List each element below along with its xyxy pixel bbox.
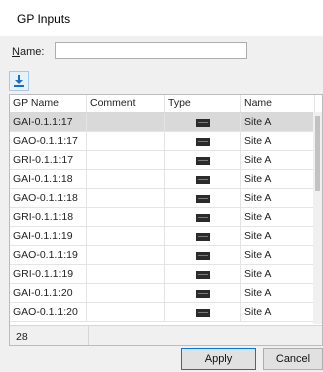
- dialog-title: GP Inputs: [17, 12, 71, 26]
- gp-name-cell: GRI-0.1.1:17: [10, 151, 87, 169]
- table-row[interactable]: GAI-0.1.1:20 Site A: [10, 284, 315, 303]
- comment-cell[interactable]: [87, 208, 165, 226]
- table-row[interactable]: GRI-0.1.1:17 Site A: [10, 151, 315, 170]
- name-label: Name:: [12, 46, 45, 58]
- table-row[interactable]: GAI-0.1.1:17 Site A: [10, 113, 315, 132]
- comment-cell[interactable]: [87, 189, 165, 207]
- gp-name-cell: GAI-0.1.1:19: [10, 227, 87, 245]
- name-cell: Site A: [241, 246, 315, 264]
- device-icon: [196, 309, 210, 317]
- device-icon: [196, 176, 210, 184]
- device-icon: [196, 252, 210, 260]
- cancel-button[interactable]: Cancel: [263, 348, 323, 370]
- table-row[interactable]: GAI-0.1.1:19 Site A: [10, 227, 315, 246]
- name-cell: Site A: [241, 265, 315, 283]
- grid-footer: 28: [10, 325, 322, 345]
- type-cell: [165, 265, 241, 283]
- device-icon: [196, 119, 210, 127]
- gp-name-cell: GAO-0.1.1:20: [10, 303, 87, 321]
- name-cell: Site A: [241, 113, 315, 131]
- gp-name-cell: GRI-0.1.1:18: [10, 208, 87, 226]
- name-cell: Site A: [241, 303, 315, 321]
- table-row[interactable]: GAO-0.1.1:17 Site A: [10, 132, 315, 151]
- apply-button[interactable]: Apply: [181, 348, 256, 370]
- table-row[interactable]: GRI-0.1.1:19 Site A: [10, 265, 315, 284]
- device-icon: [196, 195, 210, 203]
- name-filter-input[interactable]: [55, 42, 247, 59]
- gp-name-cell: GAO-0.1.1:18: [10, 189, 87, 207]
- name-filter-row: Name:: [9, 42, 309, 62]
- gp-name-cell: GAI-0.1.1:17: [10, 113, 87, 131]
- vertical-scrollbar[interactable]: [313, 112, 322, 324]
- gp-name-cell: GAI-0.1.1:20: [10, 284, 87, 302]
- column-header-comment[interactable]: Comment: [87, 95, 165, 112]
- table-row[interactable]: GAI-0.1.1:18 Site A: [10, 170, 315, 189]
- type-cell: [165, 189, 241, 207]
- comment-cell[interactable]: [87, 284, 165, 302]
- device-icon: [196, 290, 210, 298]
- name-cell: Site A: [241, 208, 315, 226]
- type-cell: [165, 303, 241, 321]
- type-cell: [165, 208, 241, 226]
- type-cell: [165, 246, 241, 264]
- gp-name-cell: GAO-0.1.1:17: [10, 132, 87, 150]
- type-cell: [165, 227, 241, 245]
- type-cell: [165, 170, 241, 188]
- gp-name-cell: GAO-0.1.1:19: [10, 246, 87, 264]
- comment-cell[interactable]: [87, 246, 165, 264]
- device-icon: [196, 271, 210, 279]
- column-header-gp-name[interactable]: GP Name: [10, 95, 87, 112]
- download-icon: [14, 75, 24, 87]
- type-cell: [165, 113, 241, 131]
- table-row[interactable]: GAO-0.1.1:19 Site A: [10, 246, 315, 265]
- comment-cell[interactable]: [87, 132, 165, 150]
- comment-cell[interactable]: [87, 265, 165, 283]
- type-cell: [165, 284, 241, 302]
- type-cell: [165, 151, 241, 169]
- table-row[interactable]: GRI-0.1.1:18 Site A: [10, 208, 315, 227]
- device-icon: [196, 233, 210, 241]
- row-count: 28: [16, 331, 28, 343]
- name-cell: Site A: [241, 284, 315, 302]
- export-button[interactable]: [9, 71, 29, 91]
- scrollbar-thumb[interactable]: [315, 116, 320, 191]
- table-row[interactable]: GAO-0.1.1:20 Site A: [10, 303, 315, 322]
- comment-cell[interactable]: [87, 303, 165, 321]
- comment-cell[interactable]: [87, 170, 165, 188]
- type-cell: [165, 132, 241, 150]
- name-cell: Site A: [241, 227, 315, 245]
- grid-header: GP Name Comment Type Name: [10, 95, 322, 113]
- device-icon: [196, 214, 210, 222]
- gp-inputs-dialog: GP Inputs Name: GP Name Comment Type Nam…: [0, 0, 323, 372]
- device-icon: [196, 138, 210, 146]
- device-icon: [196, 157, 210, 165]
- gp-name-cell: GRI-0.1.1:19: [10, 265, 87, 283]
- column-header-name[interactable]: Name: [241, 95, 315, 112]
- name-cell: Site A: [241, 151, 315, 169]
- gp-inputs-grid: GP Name Comment Type Name GAI-0.1.1:17 Si…: [9, 94, 323, 346]
- table-row[interactable]: GAO-0.1.1:18 Site A: [10, 189, 315, 208]
- comment-cell[interactable]: [87, 113, 165, 131]
- name-cell: Site A: [241, 189, 315, 207]
- comment-cell[interactable]: [87, 227, 165, 245]
- gp-name-cell: GAI-0.1.1:18: [10, 170, 87, 188]
- title-bar: GP Inputs: [0, 0, 323, 36]
- footer-divider: [88, 326, 89, 345]
- name-cell: Site A: [241, 132, 315, 150]
- comment-cell[interactable]: [87, 151, 165, 169]
- column-header-type[interactable]: Type: [165, 95, 241, 112]
- name-cell: Site A: [241, 170, 315, 188]
